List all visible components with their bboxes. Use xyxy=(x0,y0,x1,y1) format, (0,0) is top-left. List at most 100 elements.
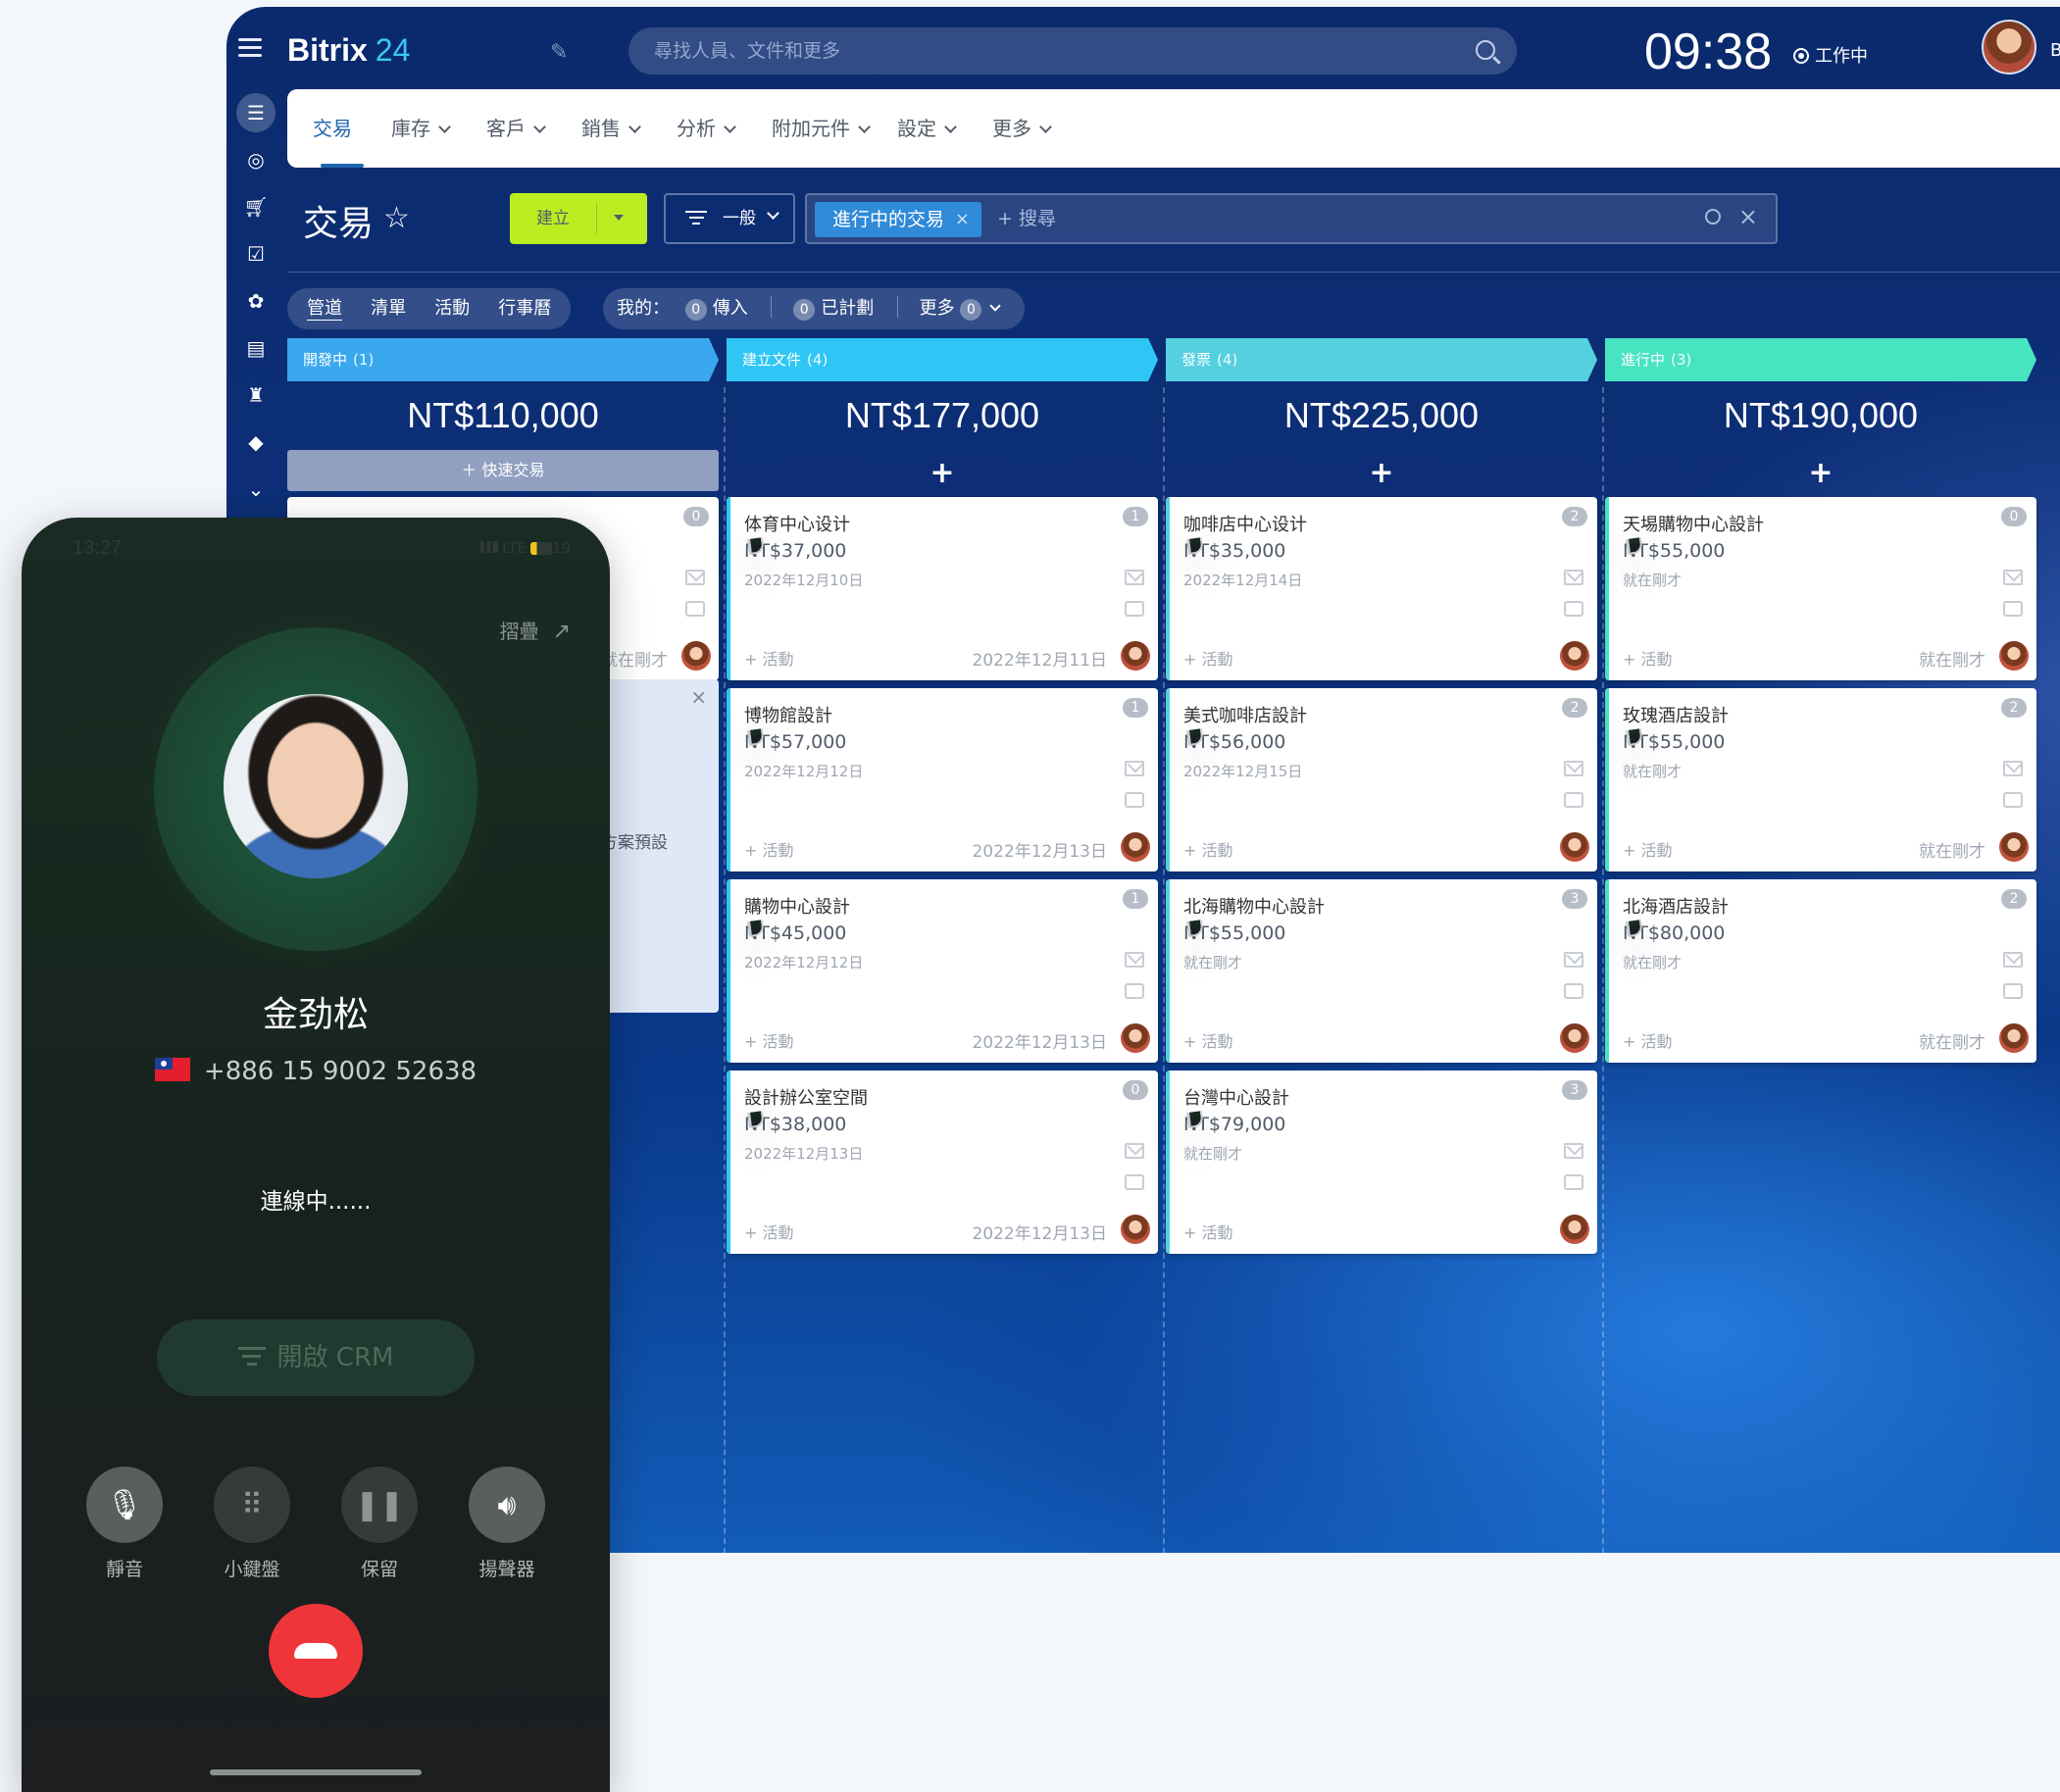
mail-icon[interactable] xyxy=(685,570,705,585)
close-icon[interactable]: × xyxy=(955,202,970,237)
card-title[interactable]: 博物館設計 xyxy=(744,702,832,727)
checkbox-icon[interactable]: ☑ xyxy=(236,234,276,274)
hold-button[interactable]: ❚❚ 保留 xyxy=(341,1467,418,1581)
card-title[interactable]: 北海酒店設計 xyxy=(1623,893,1729,919)
star-icon[interactable]: ☆ xyxy=(383,201,410,235)
mail-icon[interactable] xyxy=(1564,1143,1583,1159)
view-pipeline[interactable]: 管道 xyxy=(307,288,342,329)
mail-icon[interactable] xyxy=(2003,952,2023,968)
column-header[interactable]: 建立文件 (4) xyxy=(727,338,1158,381)
add-activity-link[interactable]: + 活動 xyxy=(1183,1028,1233,1052)
add-deal-button[interactable]: + xyxy=(1605,450,2036,497)
responsible-avatar[interactable] xyxy=(1999,641,2029,671)
deal-card[interactable]: 咖啡店中心设计 NT$35,000 2022年12月14日 + 活動 2 xyxy=(1166,497,1597,680)
card-title[interactable]: 設計辦公室空間 xyxy=(744,1084,868,1110)
chat-icon[interactable] xyxy=(685,601,705,617)
add-activity-link[interactable]: + 活動 xyxy=(744,837,794,861)
brand-logo[interactable]: Bitrix 24 xyxy=(287,32,410,69)
deal-card[interactable]: 北海購物中心設計 NT$55,000 就在剛才 + 活動 3 xyxy=(1166,879,1597,1063)
menu-deals[interactable]: 交易 xyxy=(313,89,352,168)
card-title[interactable]: 咖啡店中心设计 xyxy=(1183,511,1307,536)
mail-icon[interactable] xyxy=(1125,952,1144,968)
caret-down-icon[interactable] xyxy=(614,215,624,221)
responsible-avatar[interactable] xyxy=(1560,1023,1589,1053)
filter-search-input[interactable]: + 搜尋 xyxy=(997,195,1056,242)
chat-icon[interactable] xyxy=(1125,1174,1144,1190)
quick-deal-button[interactable]: ＋ 快速交易 xyxy=(287,450,719,491)
filter-chip-active-deals[interactable]: 進行中的交易 × xyxy=(815,202,982,237)
create-button[interactable]: 建立 xyxy=(510,193,647,244)
counter-planned[interactable]: 0 已計劃 xyxy=(793,288,874,329)
people-icon[interactable]: ✿ xyxy=(236,281,276,321)
add-activity-link[interactable]: + 活動 xyxy=(1183,646,1233,670)
crm-filter-icon[interactable]: ☰ xyxy=(236,93,276,132)
add-activity-link[interactable]: + 活動 xyxy=(1623,1028,1673,1052)
chat-icon[interactable] xyxy=(1564,983,1583,999)
responsible-avatar[interactable] xyxy=(1999,832,2029,862)
work-status[interactable]: 工作中 xyxy=(1793,42,1868,68)
robot-icon[interactable]: ♜ xyxy=(236,375,276,415)
box-icon[interactable]: ◆ xyxy=(236,423,276,462)
chat-icon[interactable] xyxy=(1564,1174,1583,1190)
menu-settings[interactable]: 設定 xyxy=(897,89,957,168)
chat-icon[interactable] xyxy=(1125,983,1144,999)
global-search-input[interactable]: 尋找人員、文件和更多 xyxy=(628,27,1517,75)
filter-search-bar[interactable]: 進行中的交易 × + 搜尋 × xyxy=(805,193,1778,244)
view-list[interactable]: 清單 xyxy=(371,288,406,329)
responsible-avatar[interactable] xyxy=(1560,832,1589,862)
keypad-button[interactable]: ⠿ 小鍵盤 xyxy=(214,1467,290,1581)
hang-up-button[interactable] xyxy=(269,1604,363,1698)
add-activity-link[interactable]: + 活動 xyxy=(744,646,794,670)
add-deal-button[interactable]: + xyxy=(727,450,1158,497)
card-title[interactable]: 玫瑰酒店設計 xyxy=(1623,702,1729,727)
mail-icon[interactable] xyxy=(2003,761,2023,776)
menu-inventory[interactable]: 庫存 xyxy=(391,89,451,168)
counter-incoming[interactable]: 0 傳入 xyxy=(684,288,748,329)
column-header[interactable]: 發票 (4) xyxy=(1166,338,1597,381)
search-icon[interactable] xyxy=(1476,40,1495,60)
search-icon[interactable] xyxy=(1705,209,1721,224)
add-activity-link[interactable]: + 活動 xyxy=(1623,646,1673,670)
card-title[interactable]: 天埸購物中心設計 xyxy=(1623,511,1764,536)
responsible-avatar[interactable] xyxy=(1121,641,1150,671)
chat-icon[interactable] xyxy=(1125,601,1144,617)
deal-card[interactable]: 天埸購物中心設計 NT$55,000 就在剛才 + 活動 就在剛才 0 xyxy=(1605,497,2036,680)
mute-button[interactable]: 🎙︎ 靜音 xyxy=(86,1467,163,1581)
counter-more[interactable]: 更多 0 xyxy=(920,288,1002,329)
chat-icon[interactable] xyxy=(1564,792,1583,808)
responsible-avatar[interactable] xyxy=(1121,832,1150,862)
menu-icon[interactable] xyxy=(238,38,262,58)
deal-card[interactable]: 博物館設計 NT$57,000 2022年12月12日 + 活動 2022年12… xyxy=(727,688,1158,871)
card-title[interactable]: 台灣中心設計 xyxy=(1183,1084,1289,1110)
contact-card-icon[interactable]: ▤ xyxy=(236,328,276,368)
responsible-avatar[interactable] xyxy=(1560,641,1589,671)
target-icon[interactable]: ◎ xyxy=(236,140,276,179)
chat-icon[interactable] xyxy=(1125,792,1144,808)
add-activity-link[interactable]: + 活動 xyxy=(1183,837,1233,861)
menu-addons[interactable]: 附加元件 xyxy=(772,89,871,168)
mail-icon[interactable] xyxy=(1564,761,1583,776)
collapse-button[interactable]: 摺疊 ↗ xyxy=(500,616,571,644)
add-activity-link[interactable]: + 活動 xyxy=(744,1220,794,1243)
cart-icon[interactable]: 🛒︎ xyxy=(236,187,276,226)
mail-icon[interactable] xyxy=(1564,570,1583,585)
mail-icon[interactable] xyxy=(1125,570,1144,585)
card-title[interactable]: 美式咖啡店設計 xyxy=(1183,702,1307,727)
responsible-avatar[interactable] xyxy=(1121,1023,1150,1053)
chevron-down-icon[interactable]: ⌄ xyxy=(236,470,276,509)
view-calendar[interactable]: 行事曆 xyxy=(498,288,551,329)
card-title[interactable]: 北海購物中心設計 xyxy=(1183,893,1325,919)
close-icon[interactable]: × xyxy=(690,685,707,709)
add-activity-link[interactable]: + 活動 xyxy=(1623,837,1673,861)
mail-icon[interactable] xyxy=(1125,761,1144,776)
speaker-button[interactable]: 🔊︎ 揚聲器 xyxy=(469,1467,545,1581)
add-activity-link[interactable]: + 活動 xyxy=(744,1028,794,1052)
chat-icon[interactable] xyxy=(2003,792,2023,808)
column-header[interactable]: 開發中 (1) xyxy=(287,338,719,381)
chat-icon[interactable] xyxy=(2003,983,2023,999)
menu-customers[interactable]: 客戶 xyxy=(486,89,546,168)
mail-icon[interactable] xyxy=(2003,570,2023,585)
card-title[interactable]: 購物中心設計 xyxy=(744,893,850,919)
chat-icon[interactable] xyxy=(2003,601,2023,617)
deal-card[interactable]: 体育中心设计 NT$37,000 2022年12月10日 + 活動 2022年1… xyxy=(727,497,1158,680)
